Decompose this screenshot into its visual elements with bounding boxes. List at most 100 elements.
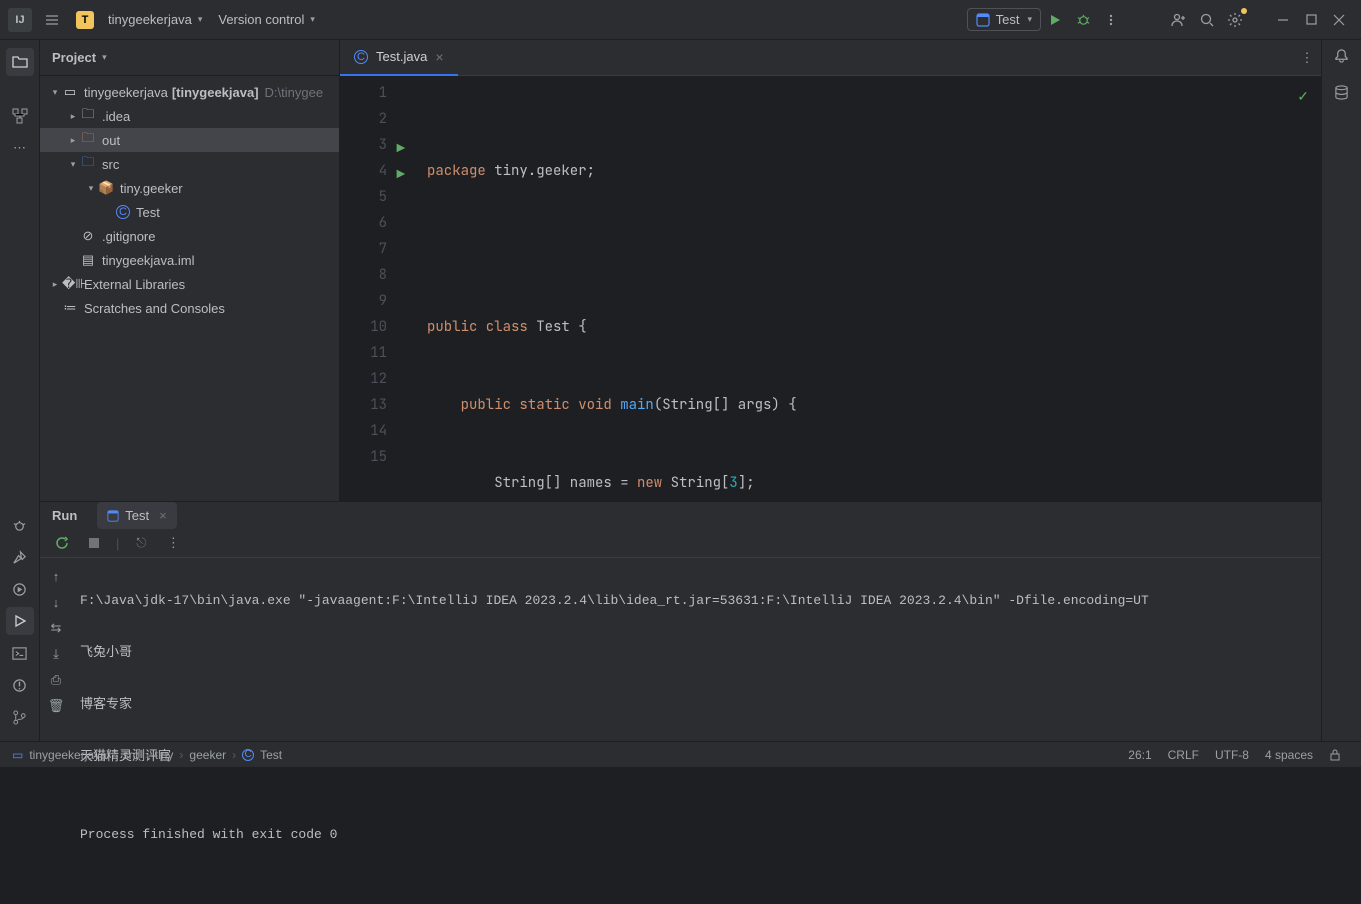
project-tree[interactable]: ▾ ▭ tinygeekerjava [tinygeekjava] D:\tin… xyxy=(40,76,339,501)
tree-root[interactable]: ▾ ▭ tinygeekerjava [tinygeekjava] D:\tin… xyxy=(40,80,339,104)
console-options-button[interactable]: ⋮ xyxy=(159,529,187,557)
bug-icon xyxy=(1076,12,1091,27)
editor-area: C Test.java × ⋮ 1 2 3▶ 4▶ 5 6 7 xyxy=(340,40,1321,501)
stop-button[interactable] xyxy=(80,529,108,557)
print-button[interactable]: ⎙ xyxy=(44,668,68,692)
tree-item-package[interactable]: ▾ 📦 tiny.geeker xyxy=(40,176,339,200)
minimize-button[interactable] xyxy=(1269,6,1297,34)
services-tool-button[interactable] xyxy=(6,575,34,603)
debug-tool-button[interactable] xyxy=(6,511,34,539)
tree-item-gitignore[interactable]: ⊘ .gitignore xyxy=(40,224,339,248)
line-number: 4▶ xyxy=(340,158,387,184)
line-number: 2 xyxy=(340,106,387,132)
exit-icon: ⎋ xyxy=(136,535,146,551)
project-panel-title: Project xyxy=(52,50,96,65)
chevron-right-icon: ▸ xyxy=(66,111,80,122)
folder-icon xyxy=(12,54,28,70)
tree-item-external-libs[interactable]: ▸ �⊪ External Libraries xyxy=(40,272,339,296)
tree-item-idea[interactable]: ▸ 🗀 .idea xyxy=(40,104,339,128)
breadcrumb-item[interactable]: tiny xyxy=(155,748,174,762)
main-menu-button[interactable] xyxy=(36,6,68,34)
editor-tab[interactable]: C Test.java × xyxy=(340,40,458,76)
tree-label: .gitignore xyxy=(102,229,155,244)
more-tools-button[interactable]: ⋯ xyxy=(6,134,34,162)
code-content[interactable]: ✓ package tiny.geeker; public class Test… xyxy=(423,76,1321,501)
breadcrumb[interactable]: ▭ tinygeekerjava› src› tiny› geeker› C T… xyxy=(12,748,282,762)
console-line: 飞兔小哥 xyxy=(80,640,1313,666)
rerun-button[interactable] xyxy=(48,529,76,557)
exit-code-button[interactable]: ⎋ xyxy=(127,529,155,557)
run-button[interactable] xyxy=(1041,6,1069,34)
debug-button[interactable] xyxy=(1069,6,1097,34)
person-add-icon xyxy=(1171,12,1187,28)
caret-position[interactable]: 26:1 xyxy=(1120,748,1159,762)
tree-item-out[interactable]: ▸ 🗀 out xyxy=(40,128,339,152)
breadcrumb-item[interactable]: geeker xyxy=(189,748,226,762)
project-tool-button[interactable] xyxy=(6,48,34,76)
project-sidebar: Project ▾ ▾ ▭ tinygeekerjava [tinygeekja… xyxy=(40,40,340,501)
chevron-down-icon: ▾ xyxy=(48,87,62,98)
close-tab-button[interactable]: × xyxy=(435,49,443,65)
code-editor[interactable]: 1 2 3▶ 4▶ 5 6 7 8 9 10 11 12 13 14 xyxy=(340,76,1321,501)
tree-item-class[interactable]: C Test xyxy=(40,200,339,224)
run-toolbar: | ⎋ ⋮ xyxy=(40,529,1321,558)
problems-tool-button[interactable] xyxy=(6,671,34,699)
tree-label: tiny.geeker xyxy=(120,181,183,196)
class-icon: C xyxy=(242,749,254,761)
structure-tool-button[interactable] xyxy=(6,102,34,130)
close-icon xyxy=(1333,14,1345,26)
close-tab-button[interactable]: × xyxy=(159,508,167,523)
line-number: 14 xyxy=(340,418,387,444)
chevron-down-icon[interactable]: ▾ xyxy=(102,52,107,63)
scroll-to-end-button[interactable]: ⤓ xyxy=(44,642,68,666)
run-gutter-icon[interactable]: ▶ xyxy=(397,162,405,188)
tree-item-scratches[interactable]: ≔ Scratches and Consoles xyxy=(40,296,339,320)
left-tool-strip: ⋯ xyxy=(0,40,40,741)
tree-label: out xyxy=(102,133,120,148)
console-output[interactable]: F:\Java\jdk-17\bin\java.exe "-javaagent:… xyxy=(72,558,1321,904)
project-selector[interactable]: tinygeekerjava ▾ xyxy=(100,8,210,31)
clear-button[interactable]: 🗑 xyxy=(44,694,68,718)
code-with-me-button[interactable] xyxy=(1165,6,1193,34)
run-tab[interactable]: Test × xyxy=(97,502,176,529)
chevron-down-icon: ▾ xyxy=(198,14,203,25)
breadcrumb-item[interactable]: src xyxy=(123,748,139,762)
run-tool-button[interactable] xyxy=(6,607,34,635)
run-tab-label: Test xyxy=(125,508,149,523)
tab-options-button[interactable]: ⋮ xyxy=(1293,44,1321,72)
tree-item-iml[interactable]: ▤ tinygeekjava.iml xyxy=(40,248,339,272)
scroll-up-button[interactable]: ↑ xyxy=(44,564,68,588)
run-config-selector[interactable]: Test ▾ xyxy=(967,8,1041,31)
hamburger-icon xyxy=(44,12,60,28)
file-icon: ▤ xyxy=(80,252,96,268)
more-actions-button[interactable] xyxy=(1097,6,1125,34)
line-separator[interactable]: CRLF xyxy=(1160,748,1207,762)
readonly-toggle[interactable] xyxy=(1321,749,1349,761)
breadcrumb-item[interactable]: Test xyxy=(260,748,282,762)
tree-item-src[interactable]: ▾ 🗀 src xyxy=(40,152,339,176)
folder-icon: 🗀 xyxy=(80,105,96,127)
soft-wrap-button[interactable]: ⇆ xyxy=(44,616,68,640)
chevron-down-icon: ▾ xyxy=(66,159,80,170)
class-icon: C xyxy=(354,50,368,64)
maximize-button[interactable] xyxy=(1297,6,1325,34)
scroll-down-button[interactable]: ↓ xyxy=(44,590,68,614)
tree-label: src xyxy=(102,157,119,172)
build-tool-button[interactable] xyxy=(6,543,34,571)
terminal-tool-button[interactable] xyxy=(6,639,34,667)
play-icon xyxy=(1048,13,1062,27)
run-gutter-icon[interactable]: ▶ xyxy=(397,136,405,162)
indent-setting[interactable]: 4 spaces xyxy=(1257,748,1321,762)
git-tool-button[interactable] xyxy=(6,703,34,731)
vcs-menu[interactable]: Version control ▾ xyxy=(210,8,323,31)
notifications-button[interactable] xyxy=(1334,48,1349,63)
breadcrumb-item[interactable]: tinygeekerjava xyxy=(29,748,106,762)
application-icon xyxy=(976,13,990,27)
database-tool-button[interactable] xyxy=(1334,85,1349,100)
console-line: 博客专家 xyxy=(80,692,1313,718)
file-encoding[interactable]: UTF-8 xyxy=(1207,748,1257,762)
close-window-button[interactable] xyxy=(1325,6,1353,34)
settings-button[interactable] xyxy=(1221,6,1249,34)
ide-logo-icon: IJ xyxy=(8,8,32,32)
search-button[interactable] xyxy=(1193,6,1221,34)
